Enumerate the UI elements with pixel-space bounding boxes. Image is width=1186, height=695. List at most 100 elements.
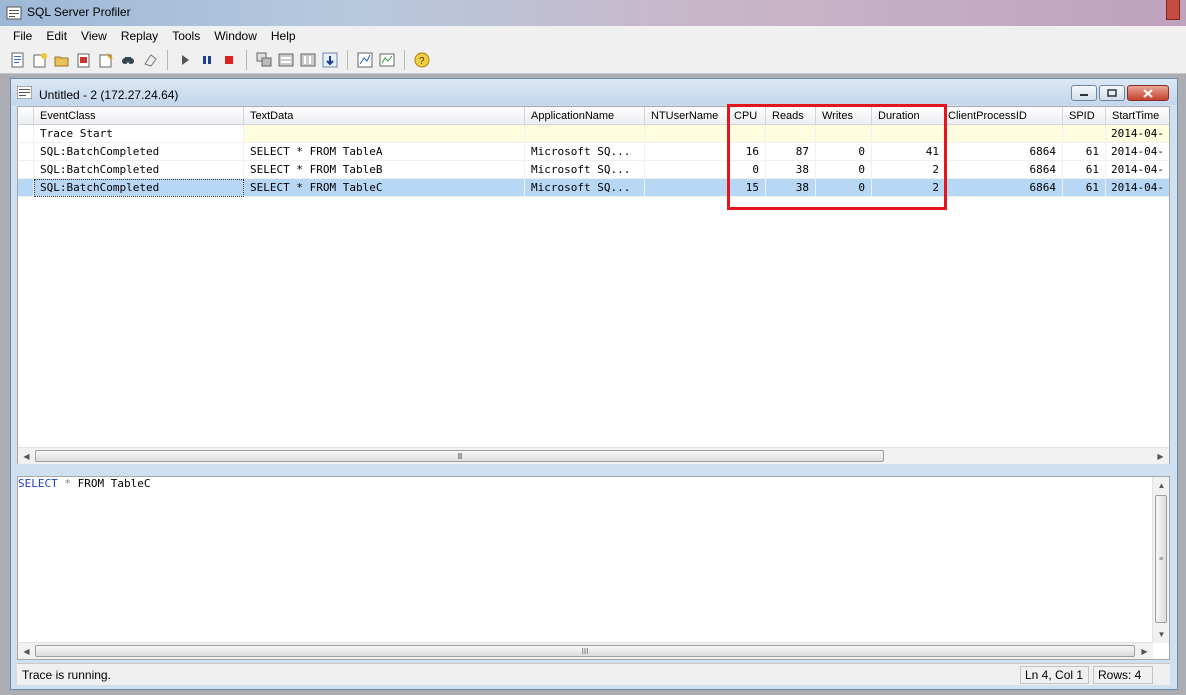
highlight-annotation-box <box>727 104 947 210</box>
text-vertical-scrollbar[interactable]: ▲ ≡ ▼ <box>1152 477 1169 643</box>
cell-textdata <box>244 125 525 143</box>
database-tuning-icon[interactable] <box>377 50 397 70</box>
minimize-icon <box>1080 94 1088 96</box>
sql-operator: * <box>64 477 71 490</box>
close-icon <box>1143 88 1153 98</box>
cell-ntusername <box>645 125 728 143</box>
properties-icon[interactable] <box>74 50 94 70</box>
grid-scroll-thumb[interactable]: III <box>35 450 884 462</box>
menu-tools[interactable]: Tools <box>165 26 207 46</box>
column-header-ntusername[interactable]: NTUserName <box>645 107 728 125</box>
table-row[interactable]: SQL:BatchCompleted SELECT * FROM TableA … <box>18 143 1169 161</box>
text-hscroll-thumb[interactable]: III <box>35 645 1135 657</box>
column-header-textdata[interactable]: TextData <box>244 107 525 125</box>
toolbar-separator <box>347 49 348 70</box>
profiler-app-icon <box>6 6 22 20</box>
cell-spid <box>1063 125 1106 143</box>
clear-icon[interactable] <box>140 50 160 70</box>
new-trace-icon[interactable] <box>8 50 28 70</box>
scroll-left-icon[interactable]: ◀ <box>18 643 35 660</box>
trace-window-title-bar: Untitled - 2 (172.27.24.64) <box>11 79 1177 105</box>
menu-replay[interactable]: Replay <box>114 26 165 46</box>
cell-textdata: SELECT * FROM TableA <box>244 143 525 161</box>
cell-spid: 61 <box>1063 179 1106 197</box>
cell-ntusername <box>645 161 728 179</box>
cell-eventclass: Trace Start <box>34 125 244 143</box>
row-header-corner <box>18 107 34 125</box>
toolbar: ? <box>0 46 1186 74</box>
menu-edit[interactable]: Edit <box>39 26 74 46</box>
sql-keyword: SELECT <box>18 477 58 490</box>
text-vscroll-thumb[interactable]: ≡ <box>1155 495 1167 623</box>
table-row-selected[interactable]: SQL:BatchCompleted SELECT * FROM TableC … <box>18 179 1169 197</box>
pause-icon[interactable] <box>197 50 217 70</box>
cell-clientprocessid: 6864 <box>946 179 1063 197</box>
stop-icon[interactable] <box>219 50 239 70</box>
column-header-clientprocessid[interactable]: ClientProcessID <box>946 107 1063 125</box>
toolbar-separator <box>404 49 405 70</box>
row-selector <box>18 161 34 179</box>
scroll-right-icon[interactable]: ▶ <box>1152 448 1169 465</box>
scroll-right-icon[interactable]: ▶ <box>1136 643 1153 660</box>
menu-window[interactable]: Window <box>207 26 264 46</box>
trace-window-title: Untitled - 2 (172.27.24.64) <box>39 88 179 102</box>
sql-rest: FROM TableC <box>77 477 151 490</box>
trace-window-minimize-button[interactable] <box>1071 85 1097 101</box>
cell-textdata: SELECT * FROM TableB <box>244 161 525 179</box>
cell-spid: 61 <box>1063 143 1106 161</box>
table-row[interactable]: SQL:BatchCompleted SELECT * FROM TableB … <box>18 161 1169 179</box>
properties-window-icon[interactable] <box>276 50 296 70</box>
help-icon[interactable]: ? <box>412 50 432 70</box>
window-close-button[interactable] <box>1166 0 1180 20</box>
cell-applicationname: Microsoft SQ... <box>525 179 645 197</box>
row-selector <box>18 143 34 161</box>
cell-starttime: 2014-04- <box>1106 125 1169 143</box>
row-selector <box>18 179 34 197</box>
autoscroll-icon[interactable] <box>320 50 340 70</box>
column-header-spid[interactable]: SPID <box>1063 107 1106 125</box>
new-template-icon[interactable] <box>30 50 50 70</box>
trace-window-close-button[interactable] <box>1127 85 1169 101</box>
edit-template-icon[interactable] <box>96 50 116 70</box>
cell-eventclass: SQL:BatchCompleted <box>34 179 244 197</box>
find-icon[interactable] <box>118 50 138 70</box>
performance-icon[interactable] <box>355 50 375 70</box>
cell-eventclass: SQL:BatchCompleted <box>34 161 244 179</box>
text-horizontal-scrollbar[interactable]: ◀ III ▶ <box>18 642 1153 659</box>
cell-ntusername <box>645 143 728 161</box>
cell-clientprocessid: 6864 <box>946 161 1063 179</box>
cell-clientprocessid: 6864 <box>946 143 1063 161</box>
cascade-icon[interactable] <box>254 50 274 70</box>
title-bar: SQL Server Profiler <box>0 0 1186 26</box>
cell-applicationname <box>525 125 645 143</box>
cell-starttime: 2014-04- <box>1106 179 1169 197</box>
status-position: Ln 4, Col 1 <box>1020 666 1089 684</box>
cell-ntusername <box>645 179 728 197</box>
menu-view[interactable]: View <box>74 26 114 46</box>
cell-applicationname: Microsoft SQ... <box>525 161 645 179</box>
column-header-applicationname[interactable]: ApplicationName <box>525 107 645 125</box>
sql-text: SELECT * FROM TableC <box>18 478 150 490</box>
trace-event-grid[interactable]: EventClass TextData ApplicationName NTUs… <box>17 106 1170 464</box>
column-header-eventclass[interactable]: EventClass <box>34 107 244 125</box>
table-row[interactable]: Trace Start 2014-04- <box>18 125 1169 143</box>
scroll-down-icon[interactable]: ▼ <box>1153 626 1170 643</box>
column-header-starttime[interactable]: StartTime <box>1106 107 1169 125</box>
cell-starttime: 2014-04- <box>1106 143 1169 161</box>
cell-textdata: SELECT * FROM TableC <box>244 179 525 197</box>
cell-starttime: 2014-04- <box>1106 161 1169 179</box>
trace-window-restore-button[interactable] <box>1099 85 1125 101</box>
run-icon[interactable] <box>175 50 195 70</box>
scroll-left-icon[interactable]: ◀ <box>18 448 35 465</box>
scroll-up-icon[interactable]: ▲ <box>1153 477 1170 494</box>
cell-eventclass: SQL:BatchCompleted <box>34 143 244 161</box>
menu-file[interactable]: File <box>6 26 39 46</box>
grid-horizontal-scrollbar[interactable]: ◀ III ▶ <box>18 447 1169 464</box>
open-icon[interactable] <box>52 50 72 70</box>
events-icon[interactable] <box>298 50 318 70</box>
toolbar-separator <box>246 49 247 70</box>
menu-bar: File Edit View Replay Tools Window Help <box>0 26 1186 46</box>
status-rows: Rows: 4 <box>1093 666 1153 684</box>
textdata-pane[interactable]: SELECT * FROM TableC ▲ ≡ ▼ ◀ III ▶ <box>17 476 1170 660</box>
menu-help[interactable]: Help <box>264 26 303 46</box>
